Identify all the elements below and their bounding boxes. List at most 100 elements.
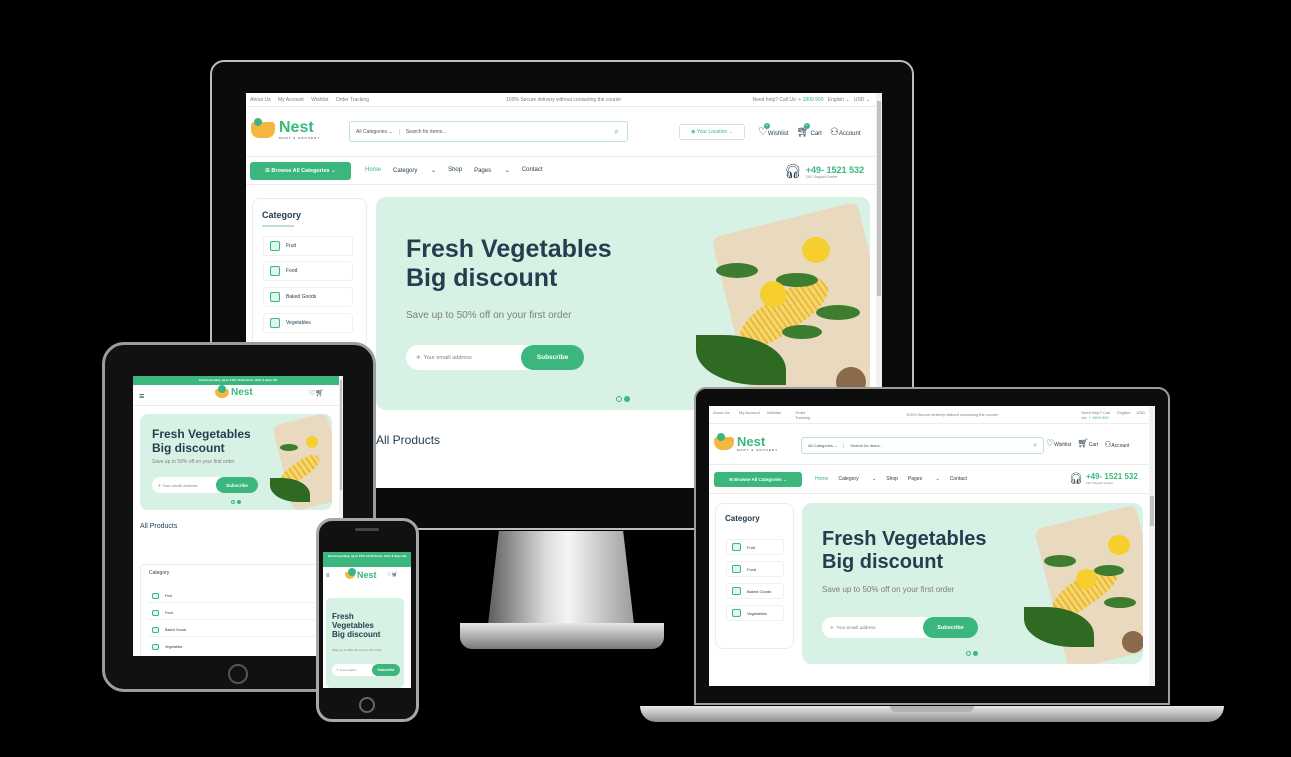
account-button[interactable]: ⚇Account [830, 127, 861, 138]
sidebar-item-baked-goods[interactable]: Baked Goods [147, 623, 333, 637]
carousel-dot-active[interactable] [624, 396, 630, 402]
nav-home[interactable]: Home [815, 476, 828, 482]
menu-icon[interactable]: ≡ [139, 391, 144, 401]
support-number[interactable]: +49- 1521 532 [1086, 472, 1138, 481]
logo[interactable]: Nest MART & GROCERY [251, 118, 320, 140]
email-input[interactable]: Your emaill address [162, 483, 197, 488]
browse-categories-button[interactable]: ⊞ Browse All Categories ⌄ [714, 472, 802, 487]
sidebar-item-label: Fruit [165, 593, 172, 598]
link-my-account[interactable]: My Account [278, 97, 304, 103]
search-input[interactable]: Search for items... [844, 443, 1033, 448]
baked-goods-icon [152, 626, 159, 633]
carousel-dot[interactable] [966, 651, 971, 656]
hero-banner: Fresh Vegetables Big discount Save up to… [140, 414, 332, 510]
scrollbar-thumb[interactable] [1150, 496, 1154, 526]
search-input[interactable]: Search for items... [400, 129, 615, 135]
sidebar-item-food[interactable]: Food [263, 261, 353, 281]
sidebar-item-fruit[interactable]: Fruit [263, 236, 353, 256]
location-select[interactable]: ◉ Your Location ⌄ [679, 124, 745, 140]
link-my-account[interactable]: My Account [739, 410, 761, 420]
header-divider [133, 405, 343, 406]
language-select[interactable]: English [828, 97, 844, 103]
account-button[interactable]: ⚇Account [1104, 440, 1129, 449]
cucumber-shape [816, 305, 860, 320]
link-wishlist[interactable]: Wishlist [311, 97, 328, 103]
currency-select[interactable]: USD [854, 97, 865, 103]
currency-select[interactable]: USD [1137, 410, 1145, 420]
search-category-label: All Categories [356, 128, 388, 135]
link-about-us[interactable]: About Us [713, 410, 733, 420]
cart-icon[interactable]: 🛒︎ [315, 390, 324, 397]
banner-title: Fresh Vegetables Big discount [152, 427, 251, 456]
support-number[interactable]: +49- 1521 532 [806, 165, 864, 175]
search-icon[interactable]: ⌕ [615, 127, 627, 137]
laptop-screen: About Us My Account Wishlist Order Track… [709, 406, 1155, 686]
sidebar-item-food[interactable]: Food [726, 561, 784, 577]
wishlist-button[interactable]: ♡Wishlist 0 [758, 123, 789, 138]
sidebar-item-baked-goods[interactable]: Baked Goods [726, 583, 784, 599]
search-category-select[interactable]: All Categories ⌄ [350, 128, 400, 135]
carousel-dot-active[interactable] [973, 651, 978, 656]
location-pin-icon: ◉ [691, 129, 696, 135]
carousel-dot[interactable] [231, 500, 235, 504]
carousel-dot-active[interactable] [237, 500, 241, 504]
top-bar: About Us My Account Wishlist Order Track… [709, 406, 1155, 424]
send-icon: ✈ [158, 482, 162, 488]
nav-contact[interactable]: Contact [522, 167, 543, 174]
cucumber-shape [782, 325, 822, 339]
nav-pages[interactable]: Pages ⌄ [908, 476, 940, 482]
nav-category[interactable]: Category ⌄ [838, 476, 876, 482]
scrollbar[interactable] [1149, 406, 1155, 686]
nav-category[interactable]: Category ⌄ [393, 167, 436, 174]
sidebar-item-food[interactable]: Food [147, 606, 333, 620]
wishlist-button[interactable]: ♡Wishlist [1046, 438, 1071, 449]
scrollbar-thumb[interactable] [877, 101, 881, 296]
search-category-select[interactable]: All Categories ⌄ [802, 443, 845, 448]
sidebar-item-vegetables[interactable]: Vegetables [726, 605, 784, 621]
nav-contact[interactable]: Contact [950, 476, 967, 482]
subscribe-button[interactable]: Subscribe [521, 345, 584, 370]
link-about-us[interactable]: About Us [250, 97, 271, 103]
grid-icon: ⊞ [265, 168, 270, 174]
nav-home[interactable]: Home [365, 167, 381, 174]
email-input[interactable]: Your emaill a [339, 668, 356, 672]
hero-banner: Fresh Vegetables Big discount Save up to… [376, 197, 870, 410]
all-products-title: All Products [376, 433, 441, 447]
carousel-dot[interactable] [616, 396, 622, 402]
cart-button[interactable]: 🛒︎Cart [1077, 438, 1098, 449]
sidebar-item-vegetables[interactable]: Vegetables [147, 640, 333, 654]
logo[interactable]: Nest [345, 568, 377, 580]
language-select[interactable]: English [1117, 410, 1130, 420]
help-number: + 1800 900 [798, 96, 824, 103]
logo[interactable]: Nest [215, 384, 253, 398]
header-actions: ♡Wishlist 0 🛒︎Cart 0 ⚇Account [758, 123, 861, 138]
nav-pages[interactable]: Pages ⌄ [474, 167, 510, 174]
email-input[interactable]: Your emaill address [424, 355, 472, 361]
logo[interactable]: Nest MART & GROCERY [714, 433, 778, 452]
sidebar-item-fruit[interactable]: Fruit [726, 539, 784, 555]
sidebar-item-vegetables[interactable]: Vegetables [263, 313, 353, 333]
cart-icon[interactable]: 🛒︎ [391, 572, 397, 578]
potato-shape [1122, 631, 1143, 653]
email-input[interactable]: Your emaill address [836, 625, 875, 630]
subscribe-button[interactable]: Subscribe [372, 664, 400, 676]
menu-icon[interactable]: ≡ [326, 573, 330, 579]
phone-speaker [355, 528, 379, 531]
browse-categories-button[interactable]: ⊞ Browse All Categories ⌄ [250, 162, 351, 180]
nav-shop[interactable]: Shop [886, 476, 898, 482]
scrollbar-thumb[interactable] [340, 380, 342, 490]
subscribe-button[interactable]: Subscribe [923, 617, 978, 638]
link-order-tracking[interactable]: Order Tracking [795, 410, 817, 420]
search-icon[interactable]: ⌕ [1033, 442, 1043, 450]
search-category-label: All Categories [808, 443, 833, 448]
sidebar-item-fruit[interactable]: Fruit [147, 589, 333, 603]
link-order-tracking[interactable]: Order Tracking [336, 97, 369, 103]
cart-button[interactable]: 🛒︎Cart 0 [797, 123, 822, 138]
nav-shop[interactable]: Shop [448, 167, 462, 174]
banner-title-line3: Big discount [332, 630, 381, 640]
link-wishlist[interactable]: Wishlist [767, 410, 789, 420]
logo-text: Nest [737, 434, 766, 449]
subscribe-button[interactable]: Subscribe [216, 477, 258, 493]
search-bar: All Categories ⌄ Search for items... ⌕ [349, 121, 628, 142]
sidebar-item-baked-goods[interactable]: Baked Goods [263, 287, 353, 307]
